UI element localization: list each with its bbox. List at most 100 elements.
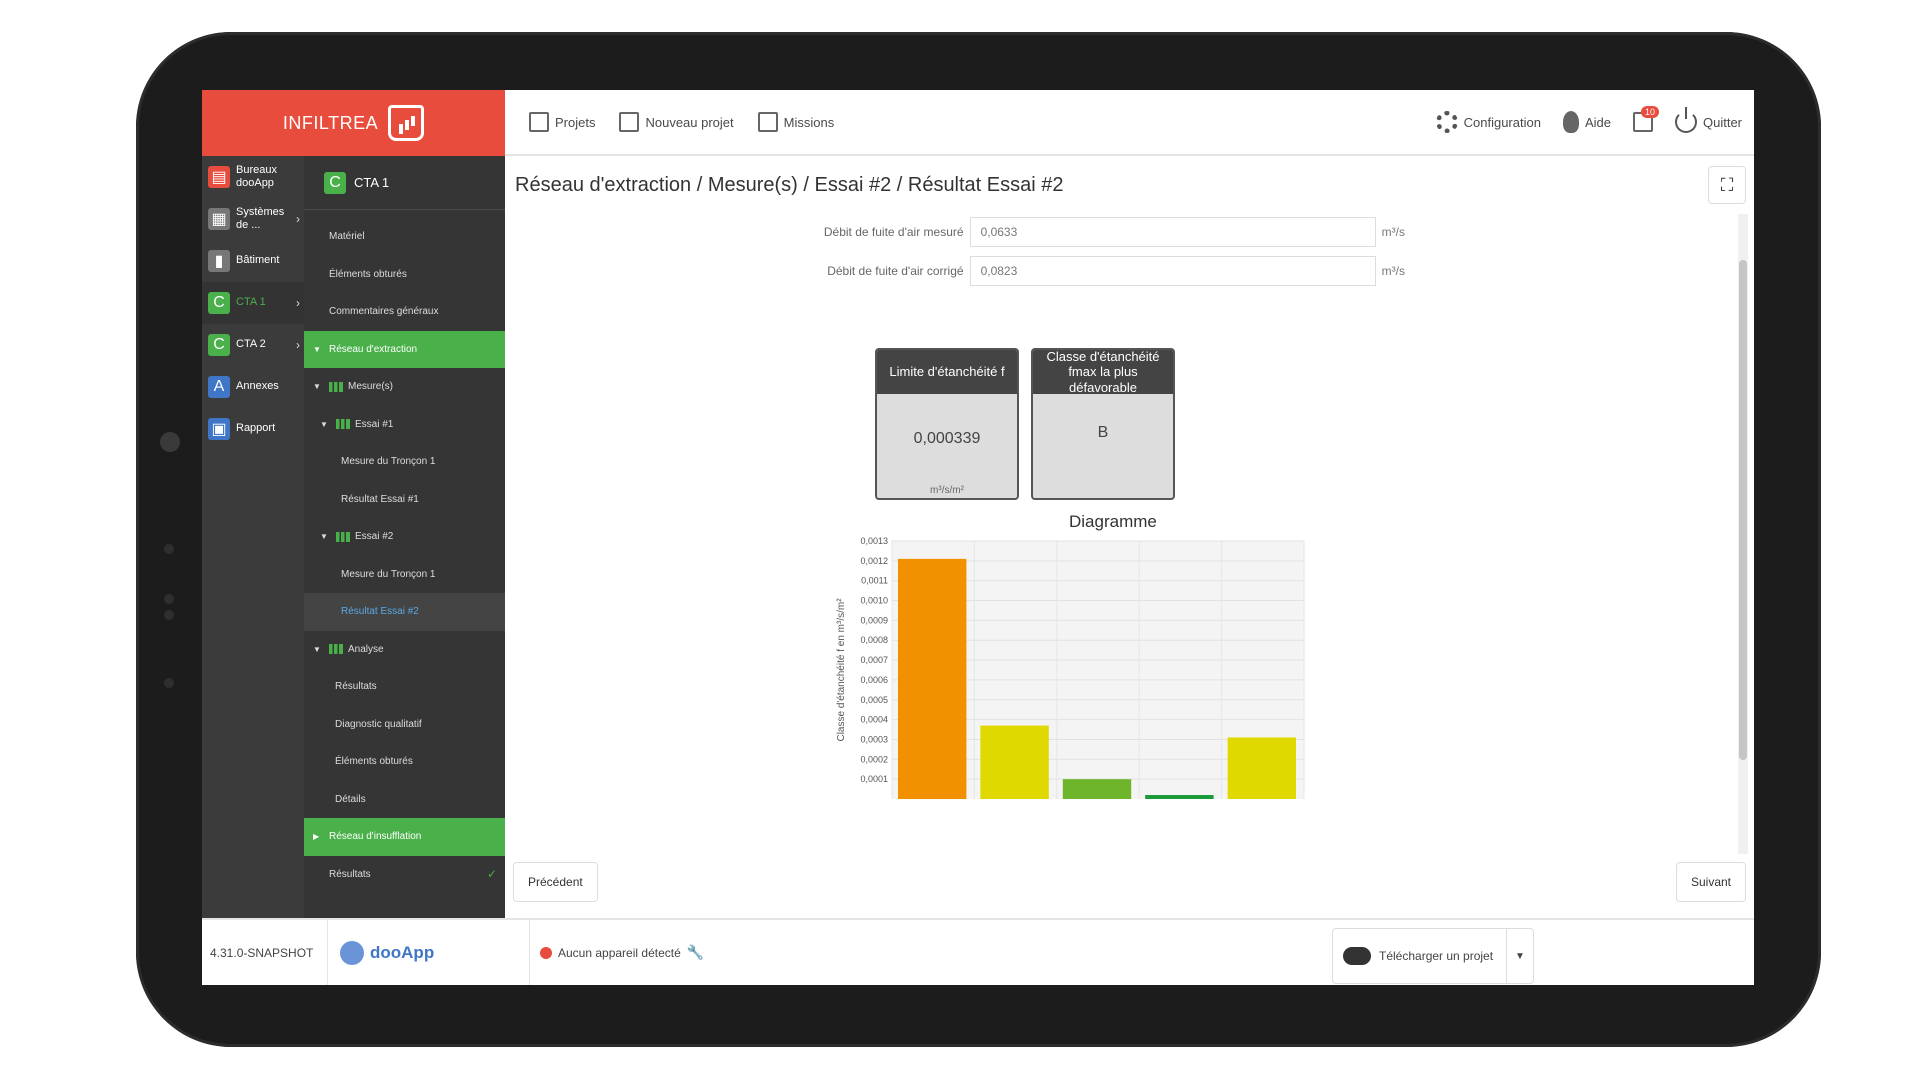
tree-item-label: Résultat Essai #2 [341,606,419,618]
cta-icon: C [208,292,230,314]
tree-item[interactable]: Résultat Essai #1 [304,481,505,519]
cloud-download-icon [1343,947,1371,965]
tree-item[interactable]: ▼ Essai #2 [304,518,505,556]
leak-class-card: Classe d'étanchéité fmax la plus défavor… [1031,348,1175,500]
tree-item-label: Éléments obturés [335,756,413,768]
toolbar-item-notifications[interactable]: 10 [1632,106,1659,132]
tree-item[interactable]: Matériel [304,218,505,256]
sidebar-header[interactable]: C CTA 1 [304,156,505,210]
sidebar-item-label: Rapport [236,422,276,435]
chevron-right-icon: › [296,338,300,352]
toolbar-item-nouveau-projet[interactable]: Nouveau projet [619,112,734,132]
chevron-down-icon[interactable]: ▼ [1507,951,1533,962]
bar [980,725,1049,799]
tree-item[interactable]: Éléments obturés [304,256,505,294]
tree-item[interactable]: Diagnostic qualitatif [304,706,505,744]
sidebar-item-label: Systèmes de ... [236,205,285,231]
tree-item[interactable]: Commentaires généraux [304,293,505,331]
caret-down-icon[interactable]: ▼ [313,645,321,654]
download-project-button[interactable]: Télécharger un projet [1333,929,1507,983]
device-status-label: Aucun appareil détecté [558,945,681,960]
tree-item[interactable]: ▶ Réseau d'insufflation [304,818,505,856]
y-tick-label: 0,0008 [860,635,888,645]
dooapp-icon [340,940,364,965]
leak-limit-card: Limite d'étanchéité f 0,000339 m³/s/m² [875,348,1019,500]
main-content: Réseau d'extraction / Mesure(s) / Essai … [505,156,1754,918]
toolbar-item-missions[interactable]: Missions [757,112,834,132]
sidebar-item-label: Bâtiment [236,254,280,267]
card-value: 0,000339 [913,430,981,447]
sidebar-item-bureaux-dooapp[interactable]: ▤ Bureaux dooApp [202,156,304,198]
tree-item-label: Réseau d'extraction [329,343,418,355]
tree-item[interactable]: Éléments obturés [304,743,505,781]
y-tick-label: 0,0004 [860,715,888,725]
tree-item[interactable]: Résultats ✓ [304,856,505,894]
top-toolbar: Projets Nouveau projet Missions Configurat… [505,90,1754,156]
caret-down-icon[interactable]: ▼ [320,420,328,429]
bulb-icon [1562,111,1579,133]
toolbar-item-projets[interactable]: Projets [529,112,595,132]
bar [1145,795,1214,799]
app-logo[interactable]: INFILTREA [202,90,505,156]
power-icon [1674,107,1697,133]
y-tick-label: 0,0003 [860,734,888,744]
wrench-icon[interactable]: 🔧 [687,944,704,961]
sidebar-item-annexes[interactable]: A Annexes [202,366,304,408]
sidebar-item-cta-2[interactable]: C CTA 2 › [202,324,304,366]
tree-item[interactable]: Mesure du Tronçon 1 [304,556,505,594]
chart-icon [329,381,343,392]
y-tick-label: 0,0010 [860,596,888,606]
toolbar-item-aide[interactable]: Aide [1562,111,1611,133]
brand-logo: dooApp [328,920,530,985]
caret-down-icon[interactable]: ▼ [313,345,321,354]
y-tick-label: 0,0013 [860,536,888,546]
tree-item[interactable]: ▼ Analyse [304,631,505,669]
app-screen: INFILTREA Projets Nouveau projet Missions … [202,90,1754,985]
tree-item[interactable]: Mesure du Tronçon 1 [304,443,505,481]
tree-item[interactable]: ▼ Essai #1 [304,406,505,444]
download-project-split-button: Télécharger un projet ▼ [1332,928,1534,984]
card-title: Classe d'étanchéité fmax la plus défavor… [1033,350,1173,395]
sidebar-item-cta-1[interactable]: C CTA 1 › [202,282,304,324]
tree-item-label: Mesure du Tronçon 1 [341,568,436,580]
caret-right-icon[interactable]: ▶ [313,832,319,841]
sidebar-item-rapport[interactable]: ▣ Rapport [202,408,304,450]
cta-icon: C [324,171,346,194]
sidebar-item-label: Bureaux dooApp [236,163,277,189]
chart-icon [329,644,343,655]
gear-icon [1435,111,1458,133]
side-button [164,610,174,620]
camera [160,432,180,452]
next-button[interactable]: Suivant [1675,862,1746,902]
tree-item[interactable]: Résultats [304,668,505,706]
y-tick-label: 0,0005 [860,695,888,705]
tree-item-label: Essai #2 [355,531,394,543]
toolbar-item-quitter[interactable]: Quitter [1674,107,1742,133]
secondary-sidebar: C CTA 1 Matériel Éléments obturés Commenta… [304,156,505,918]
tree-item[interactable]: Résultat Essai #2 [304,593,505,631]
card-unit: m³/s/m² [930,485,964,496]
field-corrected-leak: Débit de fuite d'air corrigé 0,0823 m³/s [505,256,1405,286]
sidebar-item-syst-mes-de-[interactable]: ▦ Systèmes de ... › [202,198,304,240]
office-icon: ▤ [208,166,230,188]
caret-down-icon[interactable]: ▼ [313,382,321,391]
tree-item[interactable]: ▼ Réseau d'extraction [304,330,505,368]
sidebar-item-b-timent[interactable]: ▮ Bâtiment [202,240,304,282]
field-unit: m³/s [1381,264,1405,278]
tree-item[interactable]: Détails [304,781,505,819]
tree-item[interactable]: ▼ Mesure(s) [304,368,505,406]
toolbar-item-configuration[interactable]: Configuration [1435,111,1541,133]
measured-leak-input[interactable]: 0,0633 [969,217,1376,247]
y-tick-label: 0,0002 [860,754,888,764]
sidebar-header-label: CTA 1 [354,175,390,190]
previous-button[interactable]: Précédent [513,862,598,902]
tree-item-label: Résultats [329,868,371,880]
scrollbar-thumb[interactable] [1739,260,1747,760]
bar [898,558,967,799]
sidebar-item-label: CTA 1 [236,296,266,309]
caret-down-icon[interactable]: ▼ [320,532,328,541]
tree-item-label: Détails [335,793,366,805]
corrected-leak-input[interactable]: 0,0823 [969,256,1376,286]
fullscreen-button[interactable]: ⛶ [1708,166,1746,204]
scrollbar[interactable] [1738,214,1748,854]
